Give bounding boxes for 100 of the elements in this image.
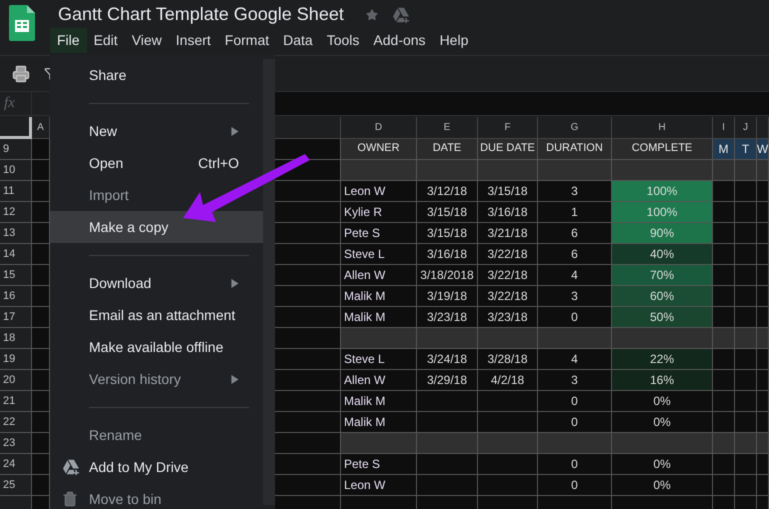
row-number[interactable]: 25 bbox=[0, 475, 32, 496]
row-number[interactable]: 10 bbox=[0, 160, 32, 181]
column-header[interactable] bbox=[757, 117, 769, 139]
percent-cell: 0% bbox=[612, 412, 713, 433]
table-cell bbox=[32, 370, 50, 391]
table-cell: Allen W bbox=[341, 265, 417, 286]
percent-cell: 100% bbox=[612, 202, 713, 223]
column-heading: COMPLETE bbox=[612, 139, 713, 160]
table-cell bbox=[735, 202, 757, 223]
table-cell: 0 bbox=[538, 307, 612, 328]
table-cell: 3/29/18 bbox=[417, 370, 478, 391]
table-cell bbox=[713, 181, 735, 202]
row-number[interactable]: 13 bbox=[0, 223, 32, 244]
table-cell bbox=[713, 244, 735, 265]
table-cell: 3/15/18 bbox=[417, 202, 478, 223]
table-cell: 3/16/18 bbox=[417, 244, 478, 265]
menu-bar-item[interactable]: Format bbox=[218, 28, 276, 53]
table-cell: 3/21/18 bbox=[478, 223, 538, 244]
row-number[interactable]: 9 bbox=[0, 139, 32, 160]
column-header[interactable]: G bbox=[538, 117, 612, 139]
column-header[interactable]: F bbox=[478, 117, 538, 139]
table-cell bbox=[478, 454, 538, 475]
menu-bar-item[interactable]: Insert bbox=[168, 28, 218, 53]
column-header[interactable]: I bbox=[713, 117, 735, 139]
percent-cell: 0% bbox=[612, 454, 713, 475]
row-number[interactable]: 16 bbox=[0, 286, 32, 307]
table-cell bbox=[713, 412, 735, 433]
day-heading: W bbox=[757, 139, 769, 160]
table-cell: 4 bbox=[538, 349, 612, 370]
print-icon[interactable] bbox=[12, 64, 30, 82]
formula-label: fx bbox=[0, 92, 32, 115]
select-all-corner[interactable] bbox=[0, 117, 32, 139]
table-cell bbox=[417, 454, 478, 475]
column-heading: DATE bbox=[417, 139, 478, 160]
table-cell: Allen W bbox=[341, 370, 417, 391]
row-number[interactable]: 14 bbox=[0, 244, 32, 265]
day-heading: T bbox=[735, 139, 757, 160]
table-cell: 3 bbox=[538, 286, 612, 307]
table-cell bbox=[735, 391, 757, 412]
menu-bar-item[interactable]: Edit bbox=[86, 28, 125, 53]
menu-item[interactable]: Make a copy bbox=[50, 211, 263, 243]
menu-bar-item[interactable]: Add-ons bbox=[366, 28, 433, 53]
table-cell: 3 bbox=[538, 181, 612, 202]
sheets-logo-icon bbox=[9, 5, 35, 41]
table-cell bbox=[32, 412, 50, 433]
menu-scrollbar[interactable] bbox=[263, 59, 275, 505]
table-cell bbox=[32, 265, 50, 286]
row-number[interactable]: 15 bbox=[0, 265, 32, 286]
table-cell bbox=[32, 391, 50, 412]
menu-bar-item[interactable]: File bbox=[50, 28, 87, 53]
table-cell bbox=[757, 391, 769, 412]
table-cell: 3/28/18 bbox=[478, 349, 538, 370]
table-cell bbox=[32, 139, 50, 160]
column-header[interactable]: D bbox=[341, 117, 417, 139]
percent-cell: 100% bbox=[612, 181, 713, 202]
table-cell: 4 bbox=[538, 265, 612, 286]
table-cell bbox=[757, 454, 769, 475]
column-header[interactable]: H bbox=[612, 117, 713, 139]
column-header[interactable]: E bbox=[417, 117, 478, 139]
table-cell bbox=[735, 475, 757, 496]
submenu-arrow-icon bbox=[231, 374, 239, 384]
menu-bar-item[interactable]: Data bbox=[276, 28, 320, 53]
row-number[interactable]: 20 bbox=[0, 370, 32, 391]
column-header[interactable]: J bbox=[735, 117, 757, 139]
percent-cell: 0% bbox=[612, 391, 713, 412]
table-cell bbox=[713, 307, 735, 328]
table-cell bbox=[713, 454, 735, 475]
row-number[interactable]: 19 bbox=[0, 349, 32, 370]
table-cell bbox=[735, 307, 757, 328]
table-cell bbox=[757, 349, 769, 370]
percent-cell: 0% bbox=[612, 475, 713, 496]
row-number[interactable]: 12 bbox=[0, 202, 32, 223]
document-title[interactable]: Gantt Chart Template Google Sheet bbox=[58, 1, 344, 28]
percent-cell: 50% bbox=[612, 307, 713, 328]
table-cell bbox=[713, 391, 735, 412]
table-cell: Kylie R bbox=[341, 202, 417, 223]
row-number[interactable]: 18 bbox=[0, 328, 32, 349]
row-number[interactable]: 21 bbox=[0, 391, 32, 412]
row-number[interactable]: 11 bbox=[0, 181, 32, 202]
table-cell: Malik M bbox=[341, 412, 417, 433]
table-cell: 3/16/18 bbox=[478, 202, 538, 223]
table-cell bbox=[735, 244, 757, 265]
menu-bar-item[interactable]: Tools bbox=[320, 28, 366, 53]
table-cell bbox=[32, 328, 50, 349]
menu-bar-item[interactable]: Help bbox=[432, 28, 476, 53]
percent-cell: 40% bbox=[612, 244, 713, 265]
row-number[interactable]: 24 bbox=[0, 454, 32, 475]
table-cell bbox=[757, 370, 769, 391]
table-cell: 0 bbox=[538, 412, 612, 433]
submenu-arrow-icon bbox=[231, 278, 239, 288]
column-header[interactable]: A bbox=[32, 117, 50, 139]
row-number[interactable]: 17 bbox=[0, 307, 32, 328]
table-cell: 3/22/18 bbox=[478, 244, 538, 265]
table-cell bbox=[32, 181, 50, 202]
menu-bar-item[interactable]: View bbox=[124, 28, 169, 53]
star-icon[interactable] bbox=[366, 8, 378, 20]
row-number[interactable]: 22 bbox=[0, 412, 32, 433]
row-number[interactable]: 23 bbox=[0, 433, 32, 454]
percent-cell: 16% bbox=[612, 370, 713, 391]
table-cell bbox=[735, 181, 757, 202]
